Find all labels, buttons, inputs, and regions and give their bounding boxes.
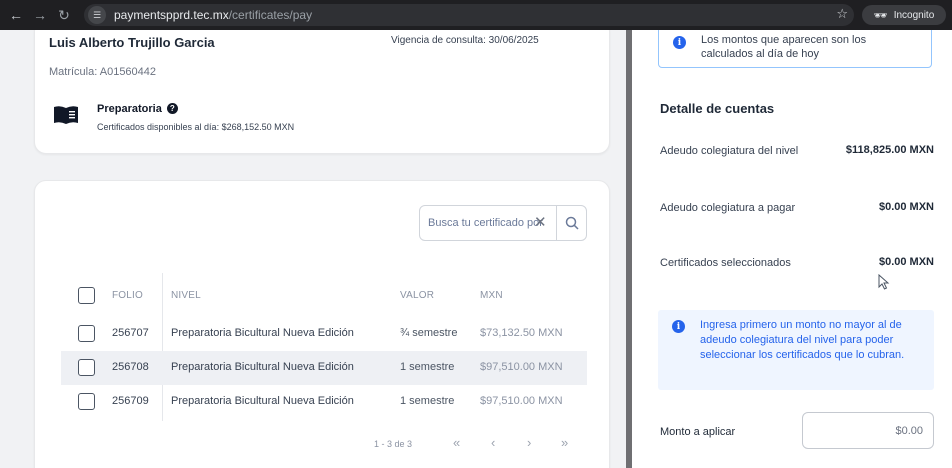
info-banner-amounts: i Los montos que aparecen son los calcul…: [658, 30, 932, 68]
info-instructions-text: Ingresa primero un monto no mayor al de …: [700, 319, 905, 361]
search-button[interactable]: [557, 206, 587, 240]
row-folio: 256707: [112, 327, 149, 339]
first-page-button[interactable]: «: [453, 435, 460, 450]
row-mxn: $97,510.00 MXN: [480, 395, 563, 407]
pagination-range: 1 - 3 de 3: [374, 439, 413, 449]
url-path: /certificates/pay: [228, 8, 313, 22]
account-label: Adeudo colegiatura a pagar: [660, 202, 796, 214]
row-mxn: $97,510.00 MXN: [480, 361, 563, 373]
bookmark-star-icon[interactable]: ☆: [836, 6, 848, 22]
browser-toolbar: ← → ↻ ☰ paymentspprd.tec.mx/certificates…: [0, 0, 952, 30]
monto-input[interactable]: [802, 412, 934, 449]
clear-search-icon[interactable]: ✕: [534, 215, 547, 231]
url-text[interactable]: paymentspprd.tec.mx/certificates/pay: [114, 8, 312, 22]
row-checkbox[interactable]: [78, 393, 95, 410]
available-amount: Certificados disponibles al día: $268,15…: [97, 122, 295, 132]
main-content: Luis Alberto Trujillo Garcia Vigencia de…: [0, 30, 626, 468]
student-name: Luis Alberto Trujillo Garcia: [49, 35, 215, 50]
account-label: Certificados seleccionados: [660, 257, 791, 269]
monto-label: Monto a aplicar: [660, 426, 736, 438]
incognito-icon: 🕶: [873, 9, 888, 22]
account-value: $118,825.00 MXN: [845, 144, 934, 156]
info-banner-instructions: i Ingresa primero un monto no mayor al d…: [658, 310, 934, 390]
header-folio: FOLIO: [112, 290, 144, 301]
address-bar[interactable]: ☰ paymentspprd.tec.mx/certificates/pay ☆: [84, 4, 854, 26]
row-valor: 1 semestre: [400, 361, 455, 373]
incognito-badge[interactable]: 🕶 Incognito: [862, 5, 946, 25]
url-domain: paymentspprd.tec.mx: [114, 8, 229, 22]
row-folio: 256708: [112, 361, 149, 373]
row-valor: 1 semestre: [400, 395, 455, 407]
summary-panel: i Los montos que aparecen son los calcul…: [632, 30, 952, 468]
book-icon: [54, 106, 78, 124]
level-name-text: Preparatoria: [97, 103, 162, 115]
account-label: Adeudo colegiatura del nivel: [660, 145, 799, 157]
account-value: $0.00 MXN: [878, 256, 934, 268]
forward-arrow-icon[interactable]: →: [28, 0, 52, 30]
header-mxn: MXN: [480, 290, 503, 301]
certificates-card: ✕ FOLIO NIVEL VALOR MXN 256707 Preparato…: [34, 180, 610, 468]
header-valor: VALOR: [400, 290, 435, 301]
info-icon: i: [673, 36, 686, 49]
help-icon[interactable]: ?: [166, 103, 178, 114]
section-title: Detalle de cuentas: [660, 101, 775, 116]
select-all-checkbox[interactable]: [78, 287, 95, 304]
row-folio: 256709: [112, 395, 149, 407]
back-arrow-icon[interactable]: ←: [4, 0, 28, 30]
row-valor: ¾ semestre: [400, 327, 458, 339]
row-nivel: Preparatoria Bicultural Nueva Edición: [171, 395, 354, 407]
prev-page-button[interactable]: ‹: [491, 435, 495, 450]
search-box: ✕: [419, 205, 587, 241]
info-banner-text: Los montos que aparecen son los calculad…: [701, 34, 867, 60]
matricula-text: Matrícula: A01560442: [49, 66, 157, 78]
row-checkbox[interactable]: [78, 325, 95, 342]
level-name: Preparatoria?: [97, 103, 178, 115]
last-page-button[interactable]: »: [561, 435, 568, 450]
incognito-label: Incognito: [893, 9, 935, 21]
header-nivel: NIVEL: [171, 290, 201, 301]
info-icon: i: [672, 320, 685, 333]
student-card: Luis Alberto Trujillo Garcia Vigencia de…: [34, 30, 610, 154]
row-mxn: $73,132.50 MXN: [480, 327, 563, 339]
mouse-cursor-icon: [878, 274, 890, 290]
row-checkbox[interactable]: [78, 359, 95, 376]
search-icon: [565, 216, 579, 230]
account-value: $0.00 MXN: [878, 201, 934, 213]
next-page-button[interactable]: ›: [527, 435, 531, 450]
row-nivel: Preparatoria Bicultural Nueva Edición: [171, 361, 354, 373]
row-nivel: Preparatoria Bicultural Nueva Edición: [171, 327, 354, 339]
site-info-icon[interactable]: ☰: [88, 6, 106, 24]
reload-icon[interactable]: ↻: [52, 0, 76, 30]
vigencia-text: Vigencia de consulta: 30/06/2025: [391, 35, 539, 46]
